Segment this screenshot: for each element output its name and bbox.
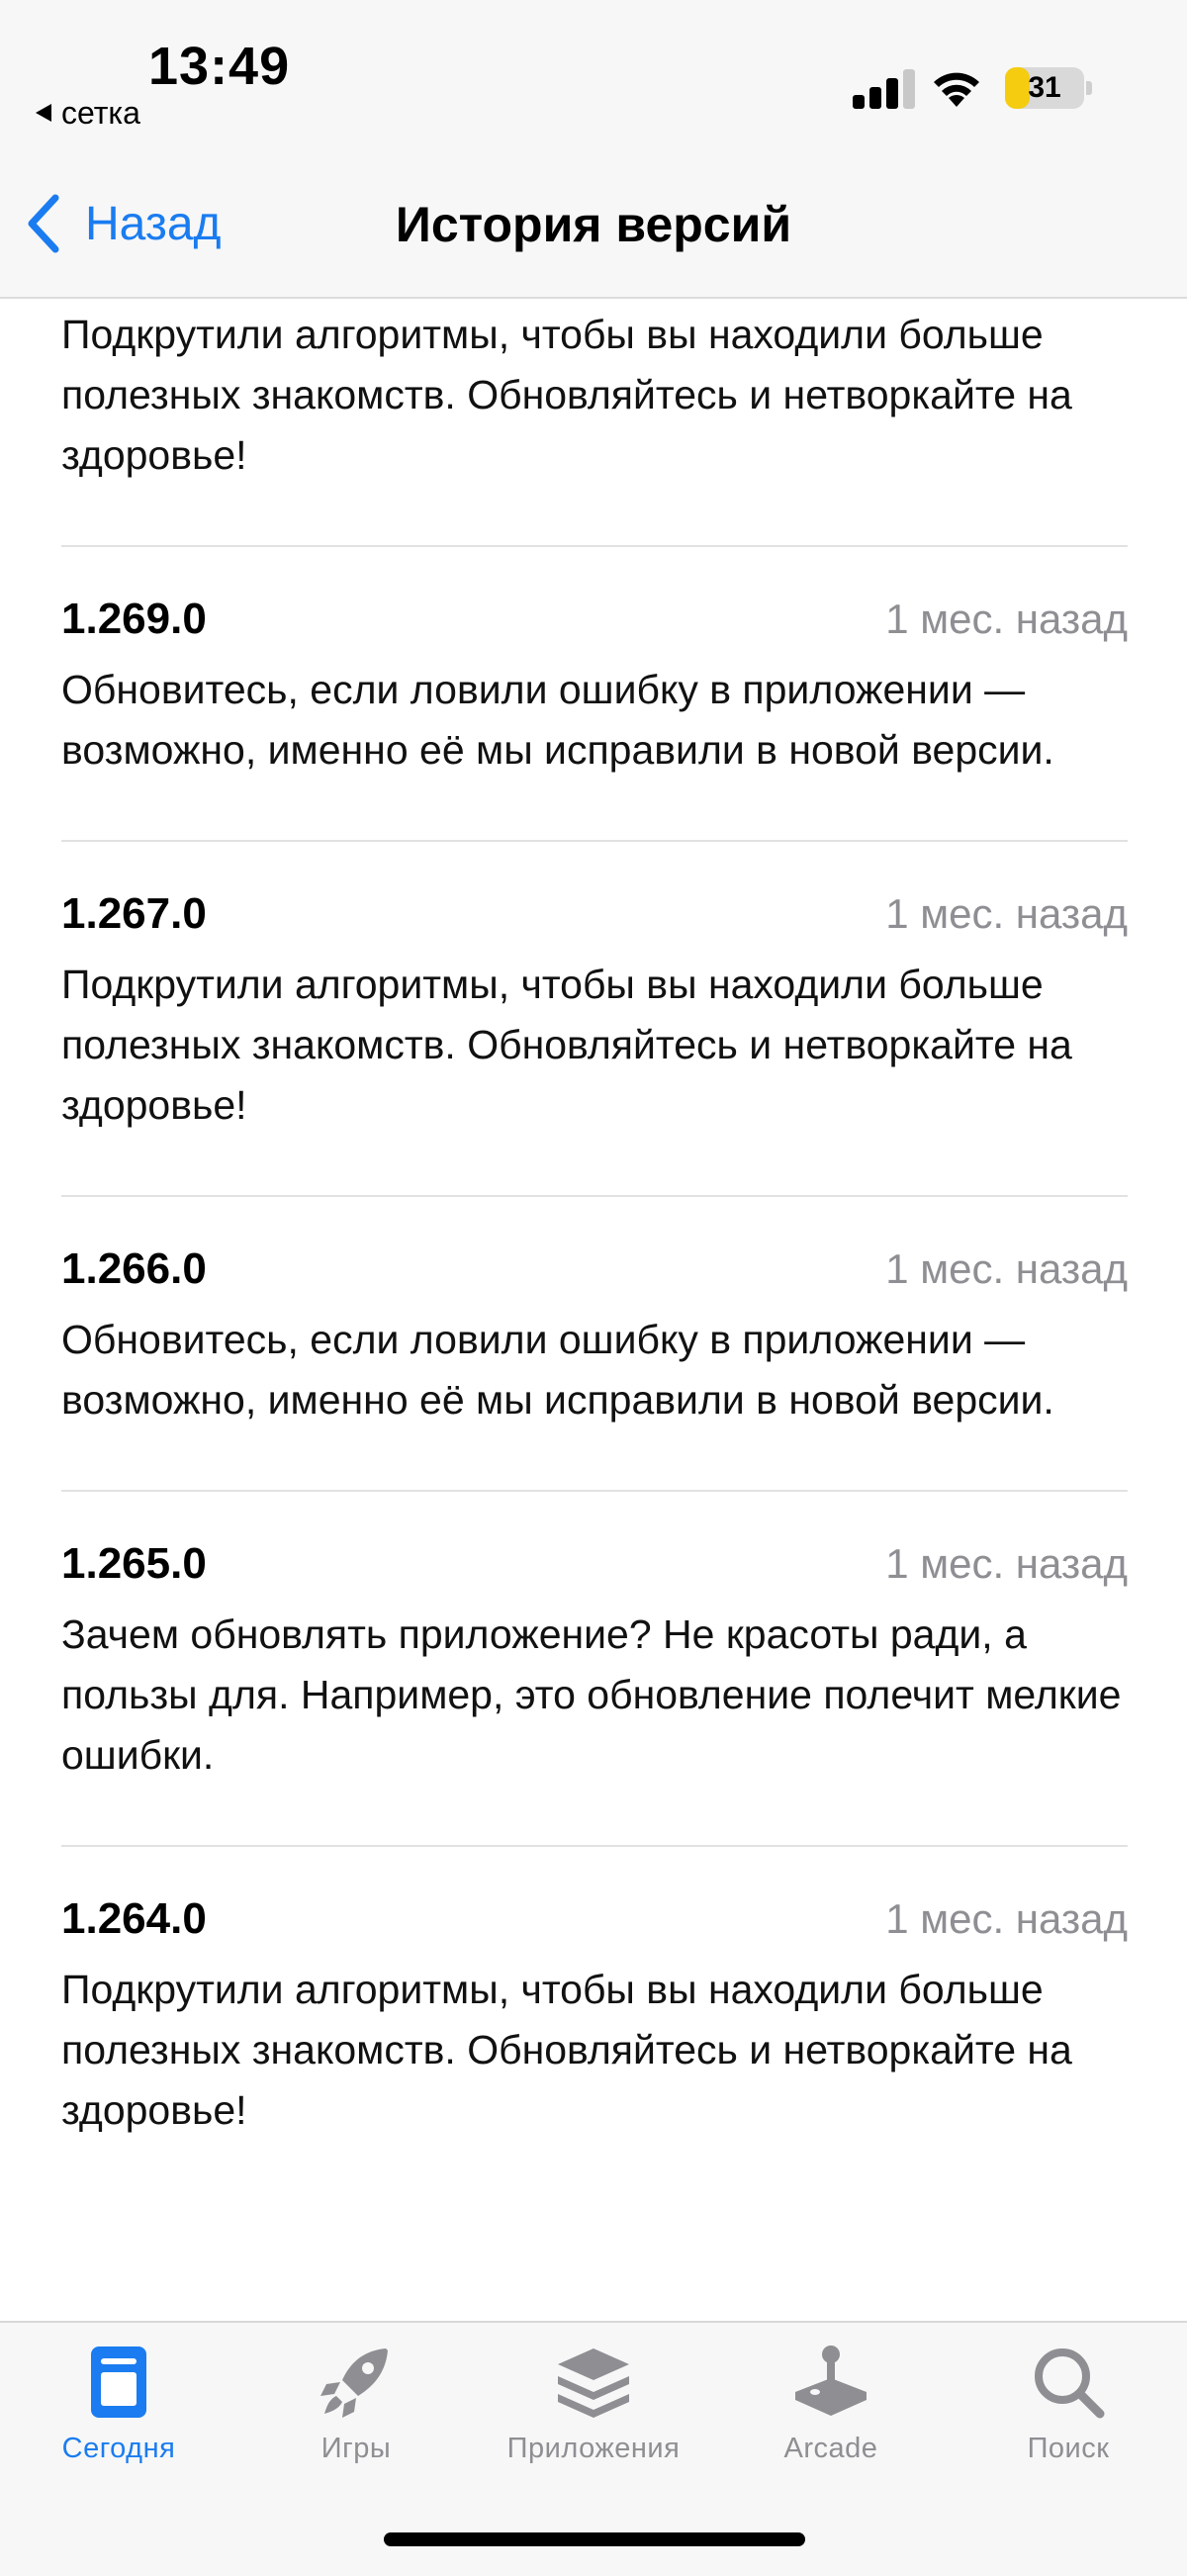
version-entry: 1.264.0 1 мес. назад Подкрутили алгоритм… — [61, 1847, 1128, 2200]
version-entry: 1.266.0 1 мес. назад Обновитесь, если ло… — [61, 1197, 1128, 1490]
today-icon — [91, 2346, 146, 2418]
release-notes: Зачем обновлять приложение? Не красоты р… — [61, 1611, 1122, 1778]
joystick-icon — [795, 2346, 867, 2416]
version-entry: 1.265.0 1 мес. назад Зачем обновлять при… — [61, 1492, 1128, 1845]
page-title: История версий — [395, 197, 792, 252]
back-triangle-icon — [36, 104, 51, 122]
tab-label: Сегодня — [61, 2433, 176, 2464]
version-date: 1 мес. назад — [885, 1540, 1128, 1587]
version-number: 1.266.0 — [61, 1244, 207, 1293]
release-notes: Обновитесь, если ловили ошибку в приложе… — [61, 1317, 1054, 1423]
version-number: 1.267.0 — [61, 889, 207, 938]
battery-icon: 31 — [1005, 67, 1084, 109]
back-to-app-link[interactable]: сетка — [36, 95, 140, 132]
apps-stack-icon — [558, 2348, 629, 2418]
tab-arcade[interactable]: Arcade — [712, 2345, 950, 2465]
tab-label: Поиск — [1027, 2433, 1110, 2464]
wifi-icon — [934, 72, 979, 107]
tab-label: Приложения — [506, 2433, 681, 2464]
battery-percent: 31 — [1028, 71, 1061, 104]
release-notes: Подкрутили алгоритмы, чтобы вы находили … — [61, 1967, 1072, 2133]
version-history-list[interactable]: Подкрутили алгоритмы, чтобы вы находили … — [0, 299, 1187, 2321]
release-notes: Подкрутили алгоритмы, чтобы вы находили … — [61, 312, 1072, 478]
version-date: 1 мес. назад — [885, 890, 1128, 937]
tab-apps[interactable]: Приложения — [475, 2345, 712, 2465]
rocket-icon — [320, 2348, 388, 2418]
search-icon — [1035, 2348, 1105, 2419]
tab-today[interactable]: Сегодня — [0, 2345, 237, 2465]
version-date: 1 мес. назад — [885, 1245, 1128, 1292]
version-number: 1.269.0 — [61, 595, 207, 643]
top-bar: 13:49 сетка 31 Назад История версий — [0, 0, 1187, 299]
partial-entry: Подкрутили алгоритмы, чтобы вы находили … — [61, 305, 1128, 545]
tab-label: Arcade — [783, 2433, 878, 2464]
back-app-label: сетка — [61, 95, 140, 131]
tab-games[interactable]: Игры — [237, 2345, 475, 2465]
home-indicator[interactable] — [384, 2532, 805, 2546]
version-number: 1.264.0 — [61, 1894, 207, 1943]
version-date: 1 мес. назад — [885, 1895, 1128, 1942]
version-number: 1.265.0 — [61, 1539, 207, 1588]
cellular-signal-icon — [853, 67, 916, 109]
version-entry: 1.269.0 1 мес. назад Обновитесь, если ло… — [61, 547, 1128, 840]
release-notes: Подкрутили алгоритмы, чтобы вы находили … — [61, 962, 1072, 1128]
version-date: 1 мес. назад — [885, 596, 1128, 642]
tab-label: Игры — [320, 2433, 392, 2464]
tab-search[interactable]: Поиск — [950, 2345, 1187, 2465]
battery-cap — [1086, 81, 1092, 95]
version-entry: 1.267.0 1 мес. назад Подкрутили алгоритм… — [61, 842, 1128, 1195]
release-notes: Обновитесь, если ловили ошибку в приложе… — [61, 667, 1054, 773]
status-time: 13:49 — [148, 37, 291, 96]
